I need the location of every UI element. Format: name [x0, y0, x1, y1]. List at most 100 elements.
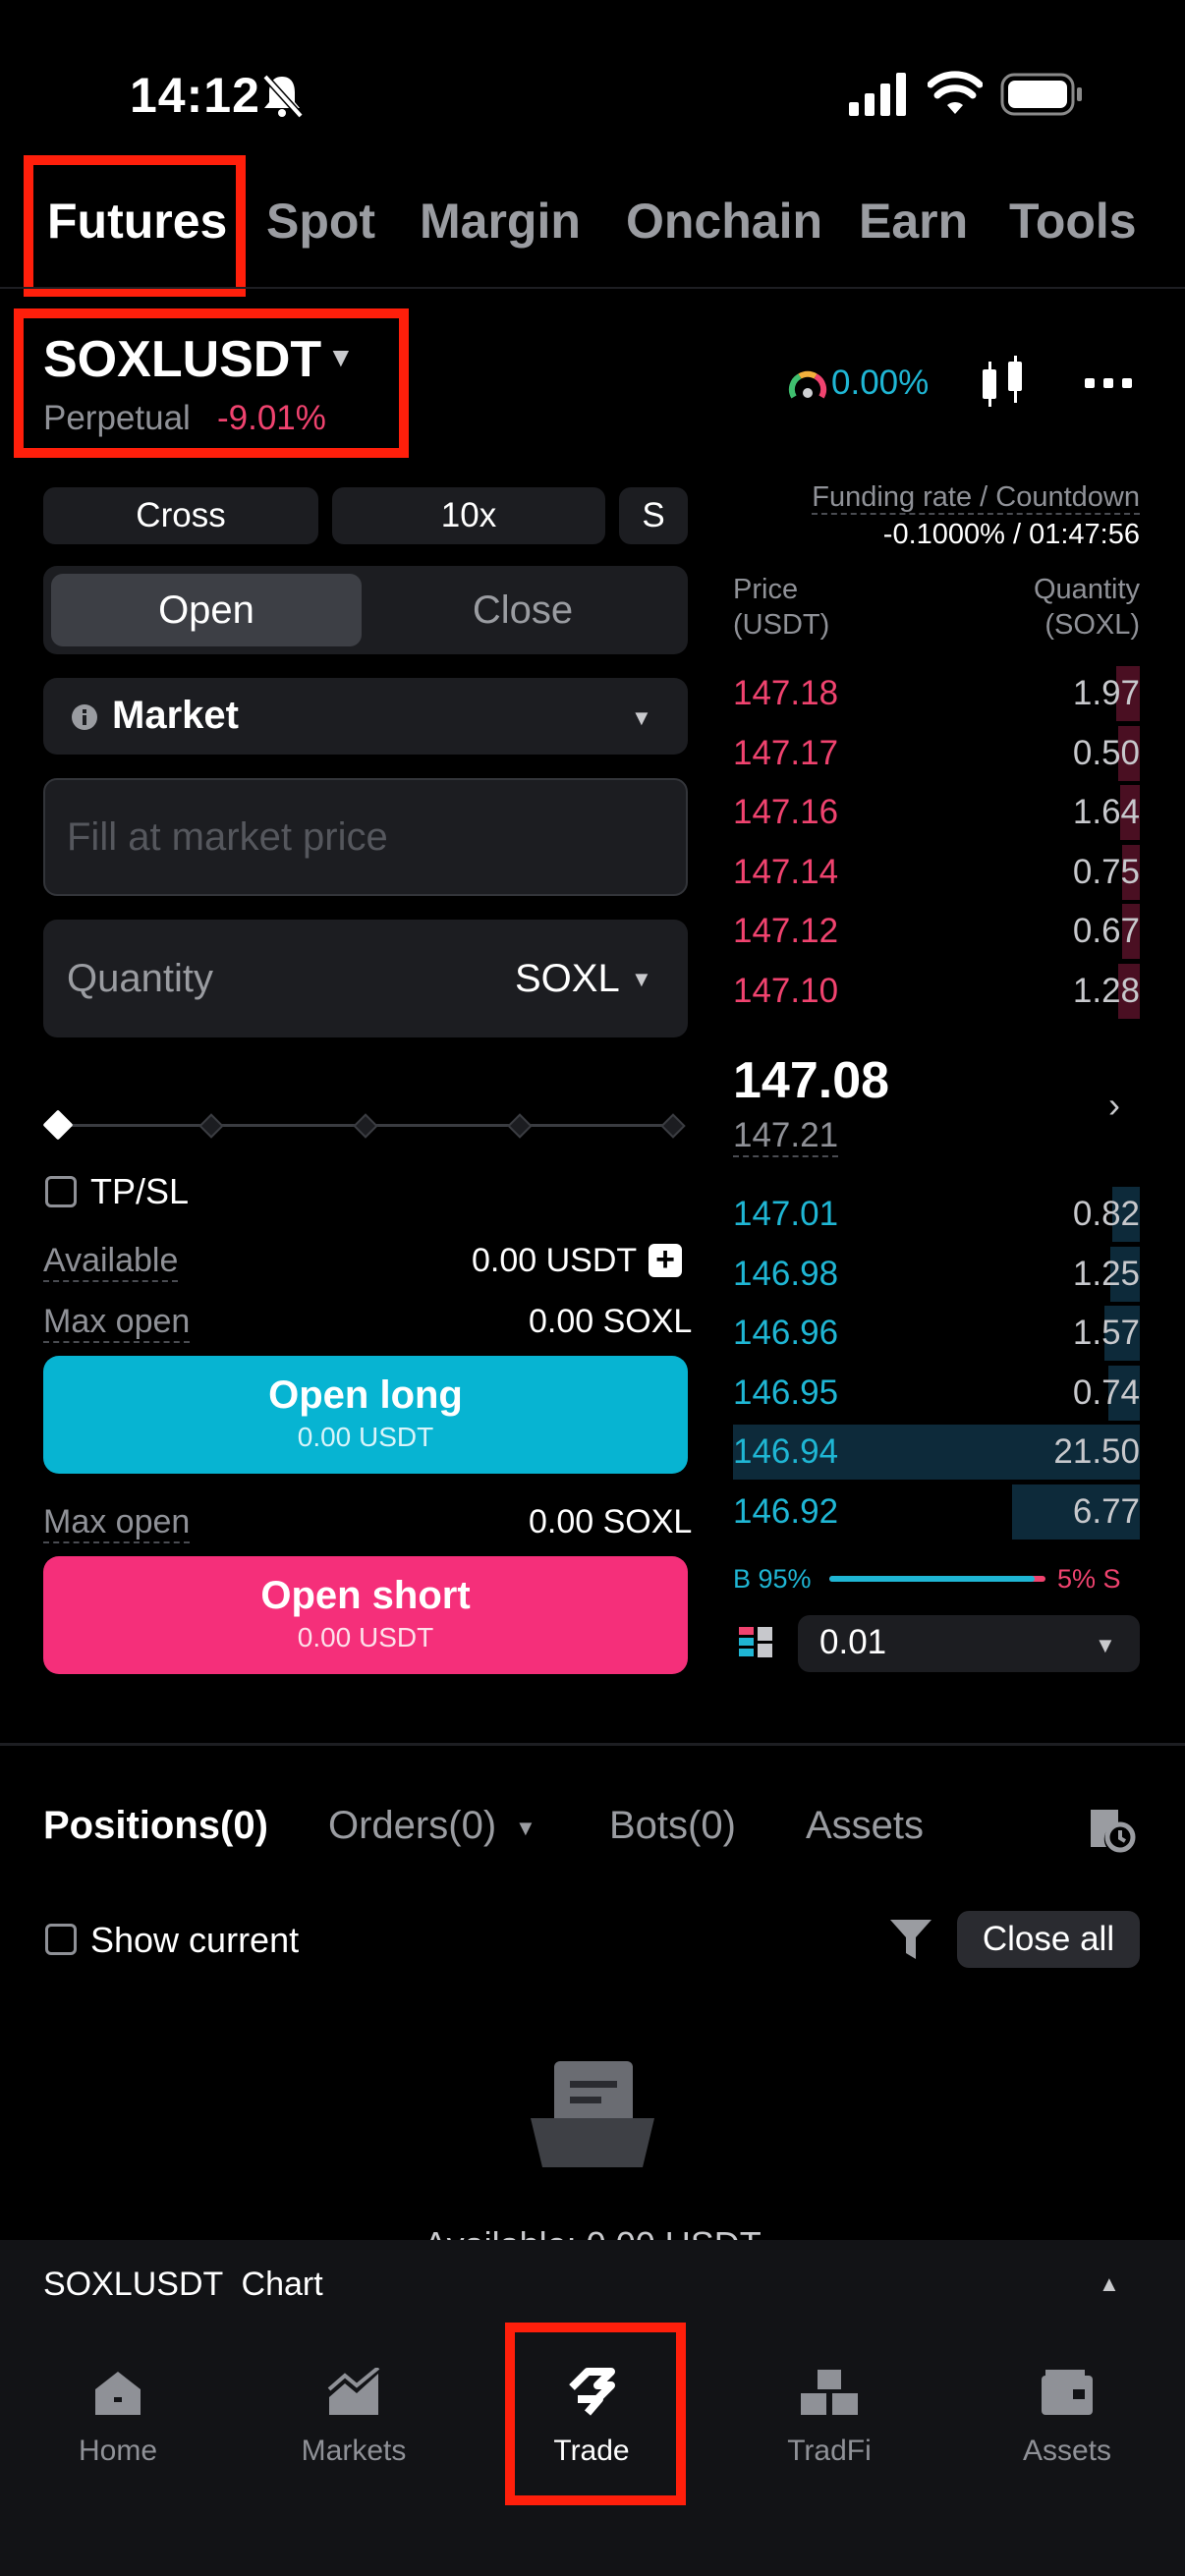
tab-assets[interactable]: Assets — [806, 1804, 924, 1848]
tab-positions[interactable]: Positions(0) — [43, 1804, 268, 1848]
open-long-button[interactable]: Open long 0.00 USDT — [43, 1356, 688, 1474]
battery-icon — [1000, 73, 1082, 116]
bid-row[interactable]: 146.94 21.50 — [733, 1423, 1140, 1482]
open-long-sub: 0.00 USDT — [297, 1422, 434, 1452]
tab-orders[interactable]: Orders(0) — [328, 1804, 496, 1848]
ask-row[interactable]: 147.18 1.97 — [733, 664, 1140, 723]
s-button[interactable]: S — [619, 487, 688, 544]
order-type-label: Market — [112, 694, 239, 737]
ask-row[interactable]: 147.17 0.50 — [733, 724, 1140, 783]
tab-onchain[interactable]: Onchain — [626, 193, 822, 250]
unit-chevron-down-icon[interactable]: ▼ — [631, 967, 652, 992]
nav-assets[interactable]: Assets — [969, 2358, 1165, 2468]
quantity-label: Quantity — [67, 957, 213, 1000]
quantity-unit[interactable]: SOXL — [515, 957, 620, 1001]
row-quantity: 0.50 — [1072, 733, 1140, 772]
nav-markets-label: Markets — [301, 2435, 407, 2467]
ask-row[interactable]: 147.10 1.28 — [733, 962, 1140, 1021]
row-price: 146.94 — [733, 1432, 839, 1471]
bid-row[interactable]: 146.92 6.77 — [733, 1483, 1140, 1541]
price-header: Price (USDT) — [733, 574, 830, 641]
info-icon[interactable] — [71, 703, 98, 731]
more-icon[interactable] — [1085, 375, 1132, 391]
row-price: 147.10 — [733, 971, 839, 1010]
chart-bar-label: SOXLUSDT Chart — [43, 2266, 323, 2303]
slider-step-75[interactable] — [507, 1113, 533, 1139]
sell-ratio: 5% S — [1057, 1564, 1121, 1594]
orders-chevron-icon[interactable]: ▼ — [515, 1816, 536, 1841]
slider-step-100[interactable] — [660, 1113, 686, 1139]
section-divider — [0, 1743, 1185, 1746]
wifi-icon — [928, 71, 983, 114]
precision-value: 0.01 — [819, 1623, 887, 1661]
bid-row[interactable]: 146.95 0.74 — [733, 1364, 1140, 1423]
close-all-button[interactable]: Close all — [957, 1911, 1140, 1968]
price-placeholder: Fill at market price — [67, 815, 388, 859]
tab-open[interactable]: Open — [51, 574, 362, 646]
ask-row[interactable]: 147.14 0.75 — [733, 843, 1140, 902]
quantity-header: Quantity (SOXL) — [1034, 574, 1140, 641]
tab-margin[interactable]: Margin — [420, 193, 581, 250]
wallet-icon — [969, 2358, 1165, 2427]
leverage-button[interactable]: 10x — [332, 487, 605, 544]
ask-row[interactable]: 147.12 0.67 — [733, 902, 1140, 961]
ask-row[interactable]: 147.16 1.64 — [733, 783, 1140, 842]
row-price: 146.92 — [733, 1491, 839, 1531]
max-open-long-value: 0.00 SOXL — [529, 1303, 693, 1340]
bid-row[interactable]: 146.98 1.25 — [733, 1245, 1140, 1304]
row-price: 147.01 — [733, 1195, 839, 1233]
row-price: 147.16 — [733, 793, 839, 831]
show-current-checkbox[interactable] — [45, 1924, 77, 1955]
available-label[interactable]: Available — [43, 1242, 179, 1282]
nav-home[interactable]: Home — [20, 2358, 216, 2468]
tab-earn[interactable]: Earn — [859, 193, 968, 250]
funding-label[interactable]: Funding rate / Countdown — [733, 481, 1140, 515]
slider-step-50[interactable] — [353, 1113, 378, 1139]
add-funds-icon[interactable]: + — [649, 1243, 682, 1277]
precision-chevron-icon: ▼ — [1095, 1633, 1116, 1657]
tab-bots[interactable]: Bots(0) — [609, 1804, 736, 1848]
row-price: 146.96 — [733, 1314, 839, 1352]
row-price: 147.14 — [733, 852, 839, 891]
chevron-right-icon[interactable]: › — [1108, 1085, 1120, 1126]
nav-tradfi[interactable]: TradFi — [731, 2358, 928, 2468]
candlestick-chart-icon[interactable] — [977, 354, 1030, 413]
row-quantity: 0.75 — [1072, 852, 1140, 891]
max-open-label-long[interactable]: Max open — [43, 1303, 191, 1343]
slider-handle[interactable] — [42, 1109, 74, 1141]
bid-row[interactable]: 147.01 0.82 — [733, 1185, 1140, 1244]
row-quantity: 1.97 — [1072, 674, 1140, 712]
max-open-label-short[interactable]: Max open — [43, 1503, 191, 1543]
tabs-divider — [0, 287, 1185, 289]
row-quantity: 1.57 — [1072, 1314, 1140, 1352]
chevron-up-icon[interactable]: ▲ — [1099, 2271, 1120, 2297]
row-quantity: 0.74 — [1072, 1372, 1140, 1412]
tpsl-label: TP/SL — [90, 1171, 190, 1211]
markets-icon — [255, 2358, 452, 2427]
tab-spot[interactable]: Spot — [266, 193, 375, 250]
sentiment-gauge-icon — [788, 370, 827, 399]
orderbook-layout-icon[interactable] — [739, 1627, 774, 1662]
nav-markets[interactable]: Markets — [255, 2358, 452, 2468]
tpsl-checkbox[interactable] — [45, 1176, 77, 1207]
nav-tradfi-label: TradFi — [787, 2435, 872, 2467]
filter-icon[interactable] — [890, 1920, 931, 1959]
tradfi-icon — [731, 2358, 928, 2427]
tab-tools[interactable]: Tools — [1009, 193, 1137, 250]
highlight-trade — [505, 2323, 686, 2505]
row-price: 147.17 — [733, 733, 839, 772]
open-short-sub: 0.00 USDT — [297, 1622, 434, 1652]
last-price: 147.08 — [733, 1052, 890, 1109]
highlight-futures — [24, 155, 246, 297]
order-history-icon[interactable] — [1085, 1802, 1136, 1853]
bell-muted-icon — [262, 74, 304, 119]
sentiment-value[interactable]: 0.00% — [831, 364, 929, 403]
row-price: 146.98 — [733, 1254, 839, 1293]
mark-price[interactable]: 147.21 — [733, 1116, 839, 1157]
bid-row[interactable]: 146.96 1.57 — [733, 1304, 1140, 1363]
slider-step-25[interactable] — [198, 1113, 224, 1139]
row-quantity: 1.64 — [1072, 793, 1140, 831]
open-short-button[interactable]: Open short 0.00 USDT — [43, 1556, 688, 1674]
tab-close[interactable]: Close — [366, 574, 680, 646]
margin-mode-button[interactable]: Cross — [43, 487, 318, 544]
